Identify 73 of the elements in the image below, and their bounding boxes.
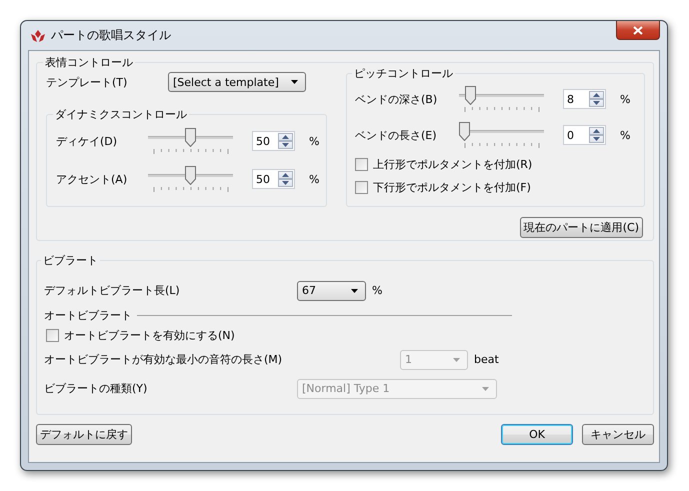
spin-value: 50 [255,134,271,148]
checkbox[interactable] [46,328,59,342]
spin-down-button[interactable] [278,179,293,187]
field-label: ベンドの深さ(B) [355,92,438,106]
group-title: ビブラート [42,253,99,268]
dropdown: [Normal] Type 1 [297,378,497,398]
close-button[interactable] [616,21,660,40]
caret-icon [482,386,489,390]
dropdown[interactable]: [Select a template] [168,72,306,92]
checkbox[interactable] [355,158,368,171]
spin-field[interactable]: 0 [563,125,606,145]
spin-value: 0 [566,128,575,142]
slider[interactable] [148,166,233,192]
spin-down-button[interactable] [278,141,293,149]
spin-value: 50 [255,172,271,186]
slider-thumb[interactable] [185,166,196,185]
down-arrow-icon [282,181,289,185]
section-title: オートビブラート [44,308,132,322]
up-arrow-icon [593,129,600,133]
dropdown[interactable]: 67 [297,280,366,300]
caret-icon [453,358,460,362]
unit-label: % [309,134,320,148]
dialog-button[interactable]: デフォルトに戻す [36,424,132,445]
spin-down-button[interactable] [589,99,604,107]
up-arrow-icon [282,135,289,139]
up-arrow-icon [593,93,600,97]
field-label: デフォルトビブラート長(L) [44,283,181,298]
field-label: アクセント(A) [56,172,128,186]
field-label: ベンドの長さ(E) [355,128,438,142]
down-arrow-icon [593,101,600,105]
checkbox-label: 下行形でポルタメントを付加(F) [373,180,531,195]
caret-icon [351,288,358,292]
spin-field[interactable]: 50 [252,131,295,151]
spin-down-button[interactable] [589,135,604,143]
down-arrow-icon [282,143,289,147]
unit-label: % [309,172,320,186]
slider[interactable] [459,86,544,112]
unit-label: beat [474,353,499,366]
field-label: テンプレート(T) [46,74,128,90]
down-arrow-icon [593,137,600,141]
group-title: 表情コントロール [44,55,134,70]
up-arrow-icon [282,173,289,177]
field-label: オートビブラートが有効な最小の音符の長さ(M) [44,352,284,367]
group-title: ピッチコントロール [353,66,454,81]
spin-up-button[interactable] [278,133,293,141]
slider-thumb[interactable] [464,86,476,105]
unit-label: % [620,128,630,142]
spin-field[interactable]: 8 [563,89,606,109]
group-title: ダイナミクスコントロール [54,107,188,122]
slider-thumb[interactable] [185,128,196,147]
apply-button[interactable]: 現在のパートに適用(C) [520,217,643,238]
field-label: ビブラートの種類(Y) [44,381,148,396]
dropdown: 1 [400,350,468,370]
unit-label: % [372,284,382,297]
spin-up-button[interactable] [278,171,293,179]
field-label: ディケイ(D) [56,134,118,148]
close-icon [633,26,643,34]
window-title: パートの歌唱スタイル [51,27,172,44]
slider[interactable] [459,122,544,148]
spin-value: 8 [566,92,575,106]
dialog-button[interactable]: OK [501,424,573,445]
dialog-button[interactable]: キャンセル [582,424,654,445]
slider-thumb[interactable] [459,122,470,141]
spin-up-button[interactable] [589,127,604,135]
checkbox-label: 上行形でポルタメントを付加(R) [373,157,532,172]
spin-up-button[interactable] [589,91,604,99]
caret-icon [291,80,298,84]
spin-field[interactable]: 50 [252,169,295,189]
checkbox-label: オートビブラートを有効にする(N) [64,328,235,342]
app-logo-icon [30,28,46,42]
checkbox[interactable] [355,181,368,194]
unit-label: % [620,92,630,106]
slider[interactable] [148,128,233,154]
